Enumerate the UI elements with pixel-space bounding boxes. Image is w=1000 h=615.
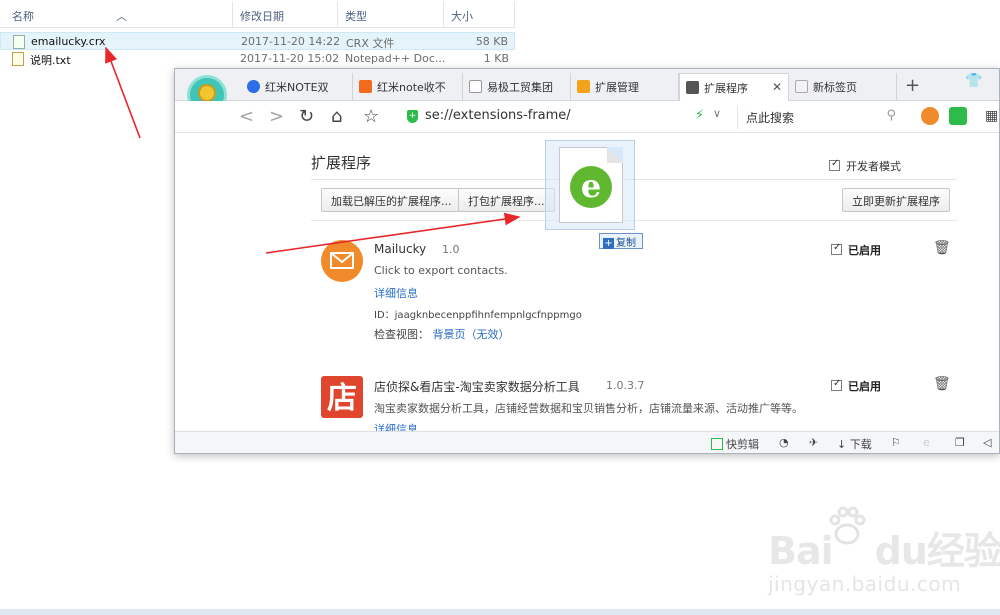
baidu-jingyan-watermark: Bai du经验 jingyan.baidu.com (768, 506, 1000, 606)
baidu-paw-icon (829, 506, 866, 545)
watermark-brand: Bai du经验 (768, 529, 1000, 573)
arrow-to-crx-file (105, 46, 141, 139)
watermark-domain: jingyan.baidu.com (768, 572, 962, 596)
arrow-to-extensions-page (265, 212, 521, 254)
